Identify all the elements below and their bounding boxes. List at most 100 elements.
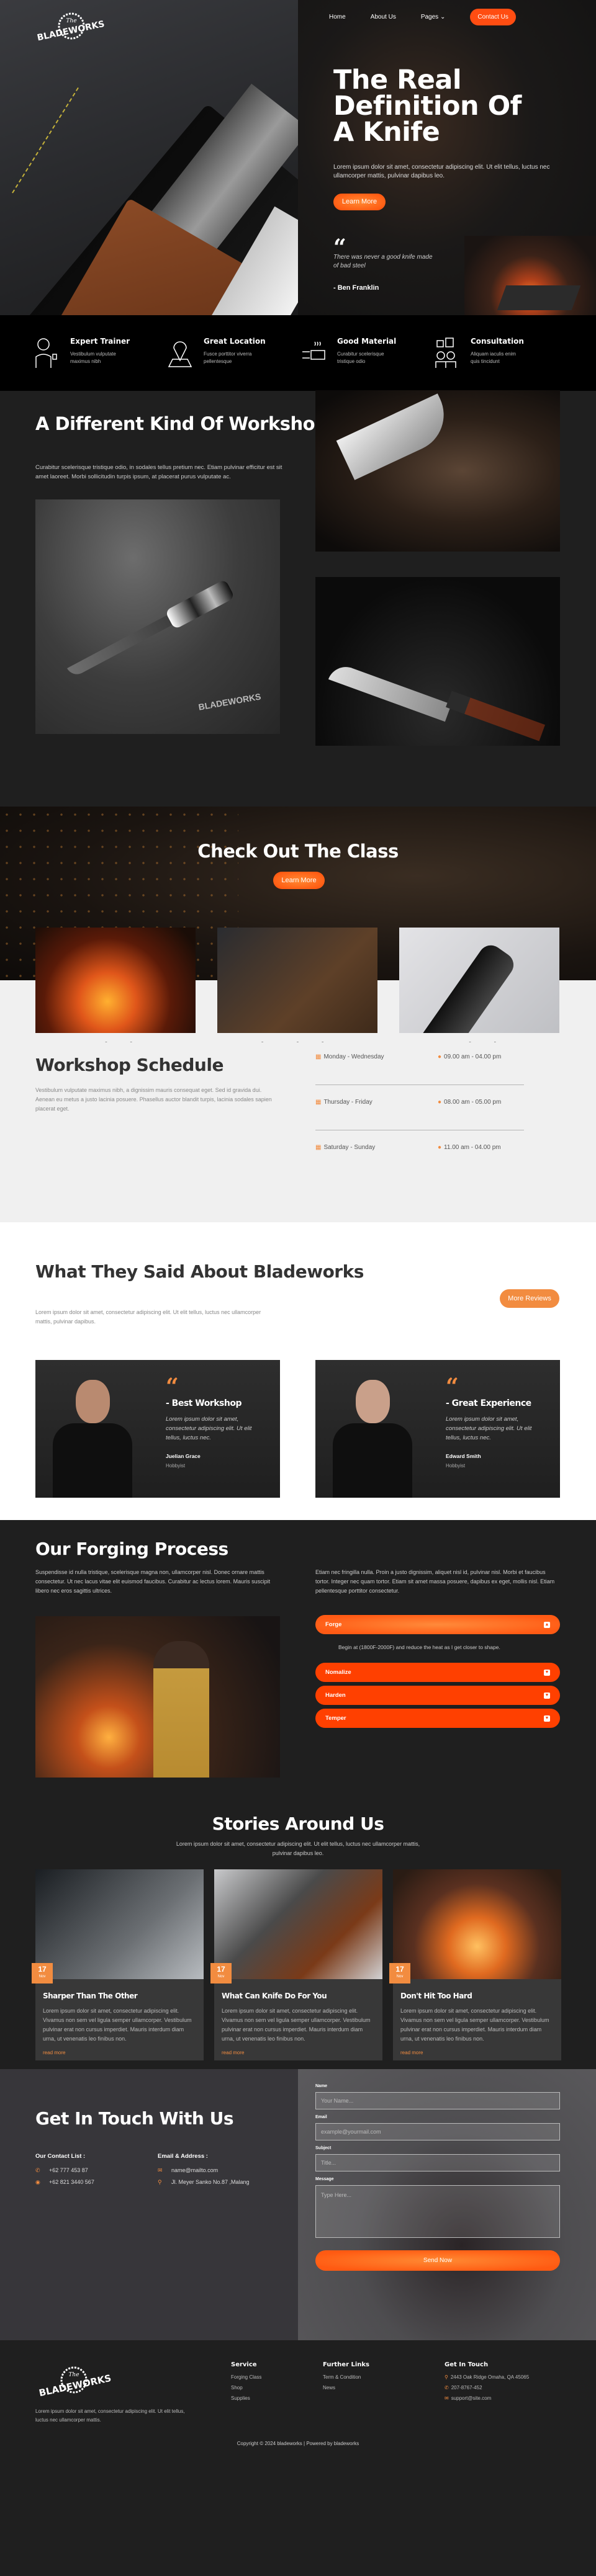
schedule-row: ▦ Thursday - Friday ● 08.00 am - 05.00 pm (315, 1099, 524, 1130)
schedule-day: Monday - Wednesday (323, 1053, 384, 1060)
schedule-time: 11.00 am - 04.00 pm (444, 1144, 501, 1151)
schedule-time: 09.00 am - 04.00 pm (444, 1053, 502, 1060)
location-icon (168, 341, 192, 367)
footer-service-title: Service (231, 2361, 257, 2368)
feature-desc: Vestibulum vulputate maximus nibh (70, 351, 116, 364)
clock-icon: ● (438, 1099, 442, 1106)
more-reviews-button[interactable]: More Reviews (500, 1289, 559, 1308)
date-badge: 17 Nov (389, 1963, 410, 1983)
stories-section: Stories Around Us Lorem ipsum dolor sit … (0, 1793, 596, 2069)
footer-logo[interactable]: The BLADEWORKS (35, 2364, 122, 2398)
phone-number: +62 777 453 87 (49, 2167, 88, 2173)
contact-list: Our Contact List : ✆ +62 777 453 87 ◉ +62 … (35, 2153, 94, 2191)
copyright: Copyright © 2024 bladeworks | Powered by… (237, 2441, 359, 2446)
nav-home[interactable]: Home (329, 14, 346, 20)
reviewer-name: Edward Smith (446, 1453, 481, 1459)
accordion-item-normalize[interactable]: Nomalize ▼ (315, 1663, 560, 1682)
class-section: Check Out The Class Learn More Forging C… (0, 807, 596, 1089)
accordion-title: Temper (325, 1715, 346, 1722)
hero-quote: There was never a good knife made of bad… (333, 254, 433, 269)
mail-icon: ✉ (158, 2167, 163, 2173)
contact-form: Name Email Subject Message Send Now (315, 2084, 560, 2271)
phone-icon: ✆ (445, 2385, 449, 2390)
map-pin-icon: ⚲ (445, 2374, 448, 2380)
story-title[interactable]: Don't Hit Too Hard (400, 1992, 554, 2000)
accordion-item-forge[interactable]: Forge ▲ (315, 1615, 560, 1634)
logo-watermark: BLADEWORKS (197, 691, 262, 712)
quote-icon: “ (166, 1374, 179, 1400)
svg-text:The: The (68, 2372, 79, 2378)
nav-about[interactable]: About Us (371, 14, 396, 20)
feature-title: Good Material (337, 337, 397, 346)
chevron-down-icon: ▼ (544, 1669, 550, 1676)
clock-icon: ● (438, 1053, 442, 1060)
chevron-up-icon: ▲ (544, 1621, 550, 1628)
nav-pages[interactable]: Pages ⌄ (421, 14, 446, 20)
name-input[interactable] (315, 2092, 560, 2109)
main-nav: Home About Us Pages ⌄ Contact Us (329, 9, 516, 25)
message-textarea[interactable] (315, 2185, 560, 2238)
footer-link-shop[interactable]: Shop (231, 2385, 261, 2390)
reviews-section: What They Said About Bladeworks Lorem ip… (0, 1222, 596, 1520)
hero-description: Lorem ipsum dolor sit amet, consectetur … (333, 164, 550, 179)
schedule-description: Vestibulum vulputate maximus nibh, a dig… (35, 1087, 272, 1112)
contact-list-title: Our Contact List : (35, 2153, 86, 2160)
accordion-body: Begin at (1800F-2000F) and reduce the he… (338, 1644, 500, 1650)
bladeworks-logo[interactable]: The BLADEWORKS (34, 9, 109, 46)
calendar-icon: ▦ (315, 1099, 322, 1106)
trainer-icon (35, 338, 57, 368)
read-more-link[interactable]: read more (400, 2050, 554, 2055)
address-value: Jl. Meyer Sanko No.87 ,Malang (171, 2179, 250, 2185)
read-more-link[interactable]: read more (222, 2050, 375, 2055)
date-badge: 17 Nov (210, 1963, 232, 1983)
send-now-button[interactable]: Send Now (315, 2250, 560, 2271)
feature-item: Good Material Curabitur scelerisque trist… (301, 337, 435, 391)
email-input[interactable] (315, 2123, 560, 2140)
feature-title: Great Location (204, 337, 266, 346)
review-card: “ - Great Experience Lorem ipsum dolor s… (315, 1360, 560, 1498)
class-image-sharpening (217, 928, 377, 1033)
whatsapp-icon: ◉ (35, 2179, 40, 2185)
story-title[interactable]: What Can Knife Do For You (222, 1992, 375, 2000)
subject-input[interactable] (315, 2154, 560, 2171)
subject-label: Subject (315, 2146, 332, 2150)
story-title[interactable]: Sharper Than The Other (43, 1992, 196, 2000)
hero-learn-more-button[interactable]: Learn More (333, 194, 386, 210)
schedule-row: ▦ Monday - Wednesday ● 09.00 am - 04.00 pm (315, 1053, 524, 1085)
footer-link-supplies[interactable]: Supplies (231, 2395, 261, 2401)
blacksmith-image (35, 1616, 280, 1778)
process-title: Our Forging Process (35, 1539, 228, 1559)
feature-item: Great Location Fusce porttitor viverra pe… (168, 337, 301, 391)
workshop-description: Curabitur scelerisque tristique odio, in… (35, 464, 282, 480)
story-card: 17 Nov Sharper Than The Other Lorem ipsum… (32, 1869, 204, 2060)
accordion-title: Nomalize (325, 1669, 351, 1676)
class-title: Check Out The Class (197, 841, 399, 862)
phone-icon: ✆ (35, 2167, 40, 2173)
knife-image-main: BLADEWORKS (35, 499, 280, 734)
calendar-icon: ▦ (315, 1144, 322, 1151)
schedule-table: ▦ Monday - Wednesday ● 09.00 am - 04.00 pm… (315, 1053, 524, 1189)
footer-link-news[interactable]: News (323, 2385, 369, 2390)
class-learn-more-button[interactable]: Learn More (273, 872, 325, 889)
footer-contact-column: Get In Touch ⚲ 2443 Oak Ridge Omaha, QA 4… (445, 2361, 529, 2406)
footer-address: ⚲ 2443 Oak Ridge Omaha, QA 45065 (445, 2374, 529, 2380)
footer-email-text: support@site.com (451, 2395, 492, 2401)
reviews-title: What They Said About Bladeworks (35, 1261, 364, 1282)
footer-link-terms[interactable]: Term & Condition (323, 2374, 369, 2380)
knife-image-engraved (315, 390, 560, 552)
reviewer-role: Hobbyist (166, 1463, 186, 1469)
contact-us-button[interactable]: Contact Us (470, 9, 516, 25)
footer-phone-text: 207-8767-452 (451, 2385, 482, 2390)
mail-icon: ✉ (445, 2395, 449, 2401)
accordion-item-temper[interactable]: Temper ▼ (315, 1709, 560, 1728)
process-accordion: Forge ▲ Begin at (1800F-2000F) and reduce… (315, 1615, 560, 1732)
read-more-link[interactable]: read more (43, 2050, 196, 2055)
calendar-icon: ▦ (315, 1053, 322, 1060)
schedule-section: Workshop Schedule Vestibulum vulputate m… (0, 1042, 596, 1222)
accordion-item-harden[interactable]: Harden ▼ (315, 1686, 560, 1705)
forging-image (464, 236, 596, 315)
date-day: 17 (217, 1965, 225, 1974)
reviewer-role: Hobbyist (446, 1463, 466, 1469)
map-pin-icon: ⚲ (158, 2179, 162, 2185)
footer-link-forging-class[interactable]: Forging Class (231, 2374, 261, 2380)
